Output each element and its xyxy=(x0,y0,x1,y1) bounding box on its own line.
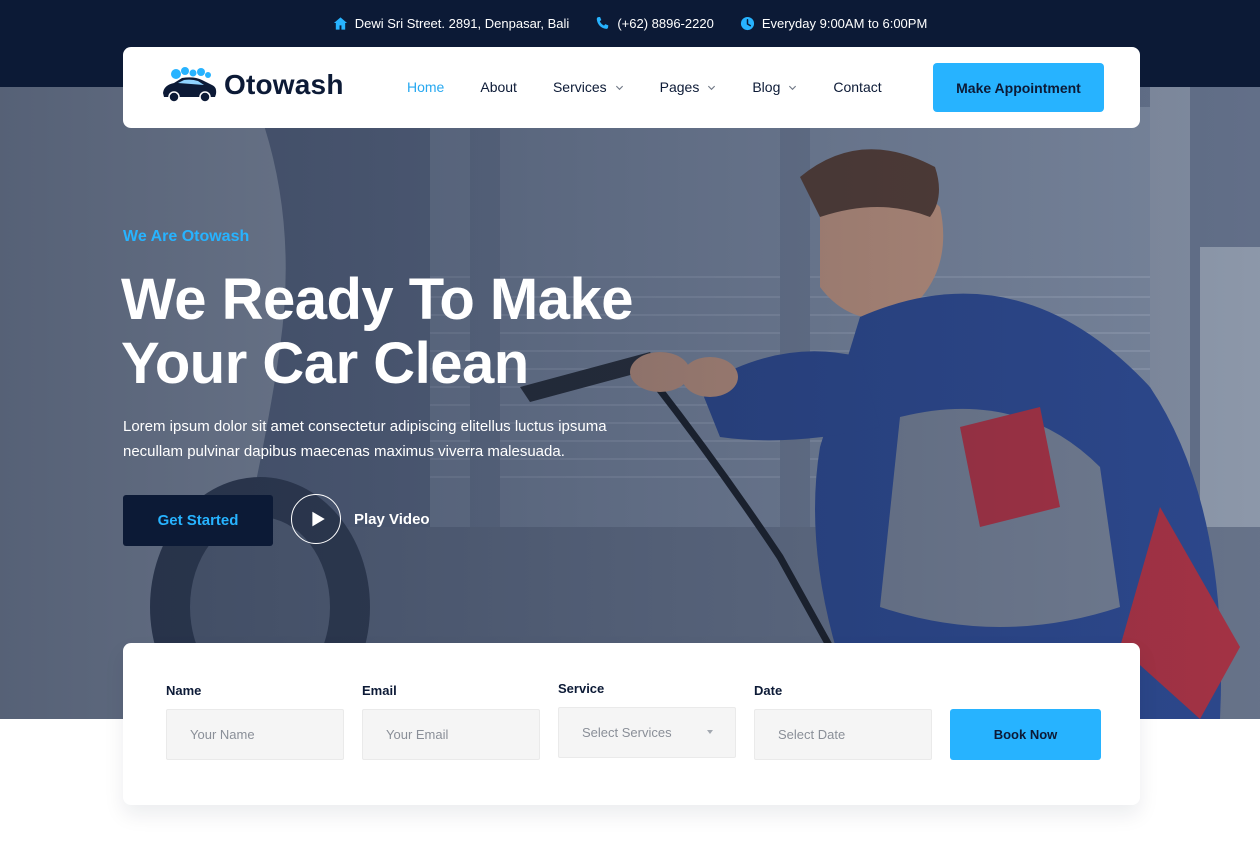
hero-lead-text: Lorem ipsum dolor sit amet consectetur a… xyxy=(123,418,607,460)
nav-item-about[interactable]: About xyxy=(480,78,517,96)
nav-item-services[interactable]: Services xyxy=(553,78,624,96)
hero-overlay xyxy=(0,87,1260,719)
date-input[interactable]: Select Date xyxy=(754,709,932,760)
chevron-down-icon xyxy=(615,85,623,90)
hero-eyebrow: We Are Otowash xyxy=(123,228,250,245)
hero-headline-line-1: We Ready To Make xyxy=(121,267,634,332)
name-input[interactable]: Your Name xyxy=(166,709,344,760)
book-now-button[interactable]: Book Now xyxy=(950,709,1101,760)
play-button[interactable] xyxy=(291,494,341,544)
hours-item: Everyday 9:00AM to 6:00PM xyxy=(740,14,927,32)
email-input[interactable]: Your Email xyxy=(362,709,540,760)
home-icon xyxy=(333,16,347,30)
nav-item-label: Home xyxy=(407,79,445,95)
nav-item-blog[interactable]: Blog xyxy=(752,78,797,96)
play-icon xyxy=(311,511,325,527)
chevron-down-icon xyxy=(708,85,716,90)
address-item: Dewi Sri Street. 2891, Denpasar, Bali xyxy=(333,14,570,32)
booking-form: Name Your Name Email Your Email Service … xyxy=(123,643,1140,805)
car-wash-logo-icon xyxy=(163,67,217,103)
main-navbar: Otowash Home About Services Pages Blog C… xyxy=(123,47,1140,128)
nav-item-home[interactable]: Home xyxy=(407,78,444,96)
hours-text: Everyday 9:00AM to 6:00PM xyxy=(761,15,928,31)
nav-item-label: Services xyxy=(552,79,607,95)
nav-item-label: Pages xyxy=(659,79,700,95)
nav-menu: Home About Services Pages Blog Contact xyxy=(407,78,882,96)
dropdown-caret-icon xyxy=(707,730,713,734)
nav-item-pages[interactable]: Pages xyxy=(660,78,717,96)
nav-item-contact[interactable]: Contact xyxy=(833,78,881,96)
hero-headline: We Ready To Make Your Car Clean xyxy=(121,268,681,396)
date-label: Date xyxy=(754,683,783,698)
nav-item-label: About xyxy=(480,79,517,95)
get-started-button[interactable]: Get Started xyxy=(123,495,273,546)
play-video-label: Play Video xyxy=(354,510,430,528)
hero-section xyxy=(0,87,1260,719)
nav-item-label: Contact xyxy=(833,79,882,95)
nav-item-label: Blog xyxy=(752,79,781,95)
clock-icon xyxy=(740,16,754,30)
name-label: Name xyxy=(166,683,202,698)
brand-name: Otowash xyxy=(224,69,344,100)
hero-headline-line-2: Your Car Clean xyxy=(121,331,529,396)
service-select-value: Select Services xyxy=(582,725,672,740)
make-appointment-button[interactable]: Make Appointment xyxy=(933,63,1104,112)
phone-icon xyxy=(597,16,609,29)
play-video-link[interactable]: Play Video xyxy=(291,494,430,544)
address-text: Dewi Sri Street. 2891, Denpasar, Bali xyxy=(354,15,570,31)
service-label: Service xyxy=(558,681,605,696)
phone-item[interactable]: (+62) 8896-2220 xyxy=(595,14,714,32)
service-select[interactable]: Select Services xyxy=(558,707,736,758)
phone-text: (+62) 8896-2220 xyxy=(617,15,714,31)
chevron-down-icon xyxy=(789,85,797,90)
email-label: Email xyxy=(362,683,397,698)
brand-logo[interactable]: Otowash xyxy=(160,65,344,105)
